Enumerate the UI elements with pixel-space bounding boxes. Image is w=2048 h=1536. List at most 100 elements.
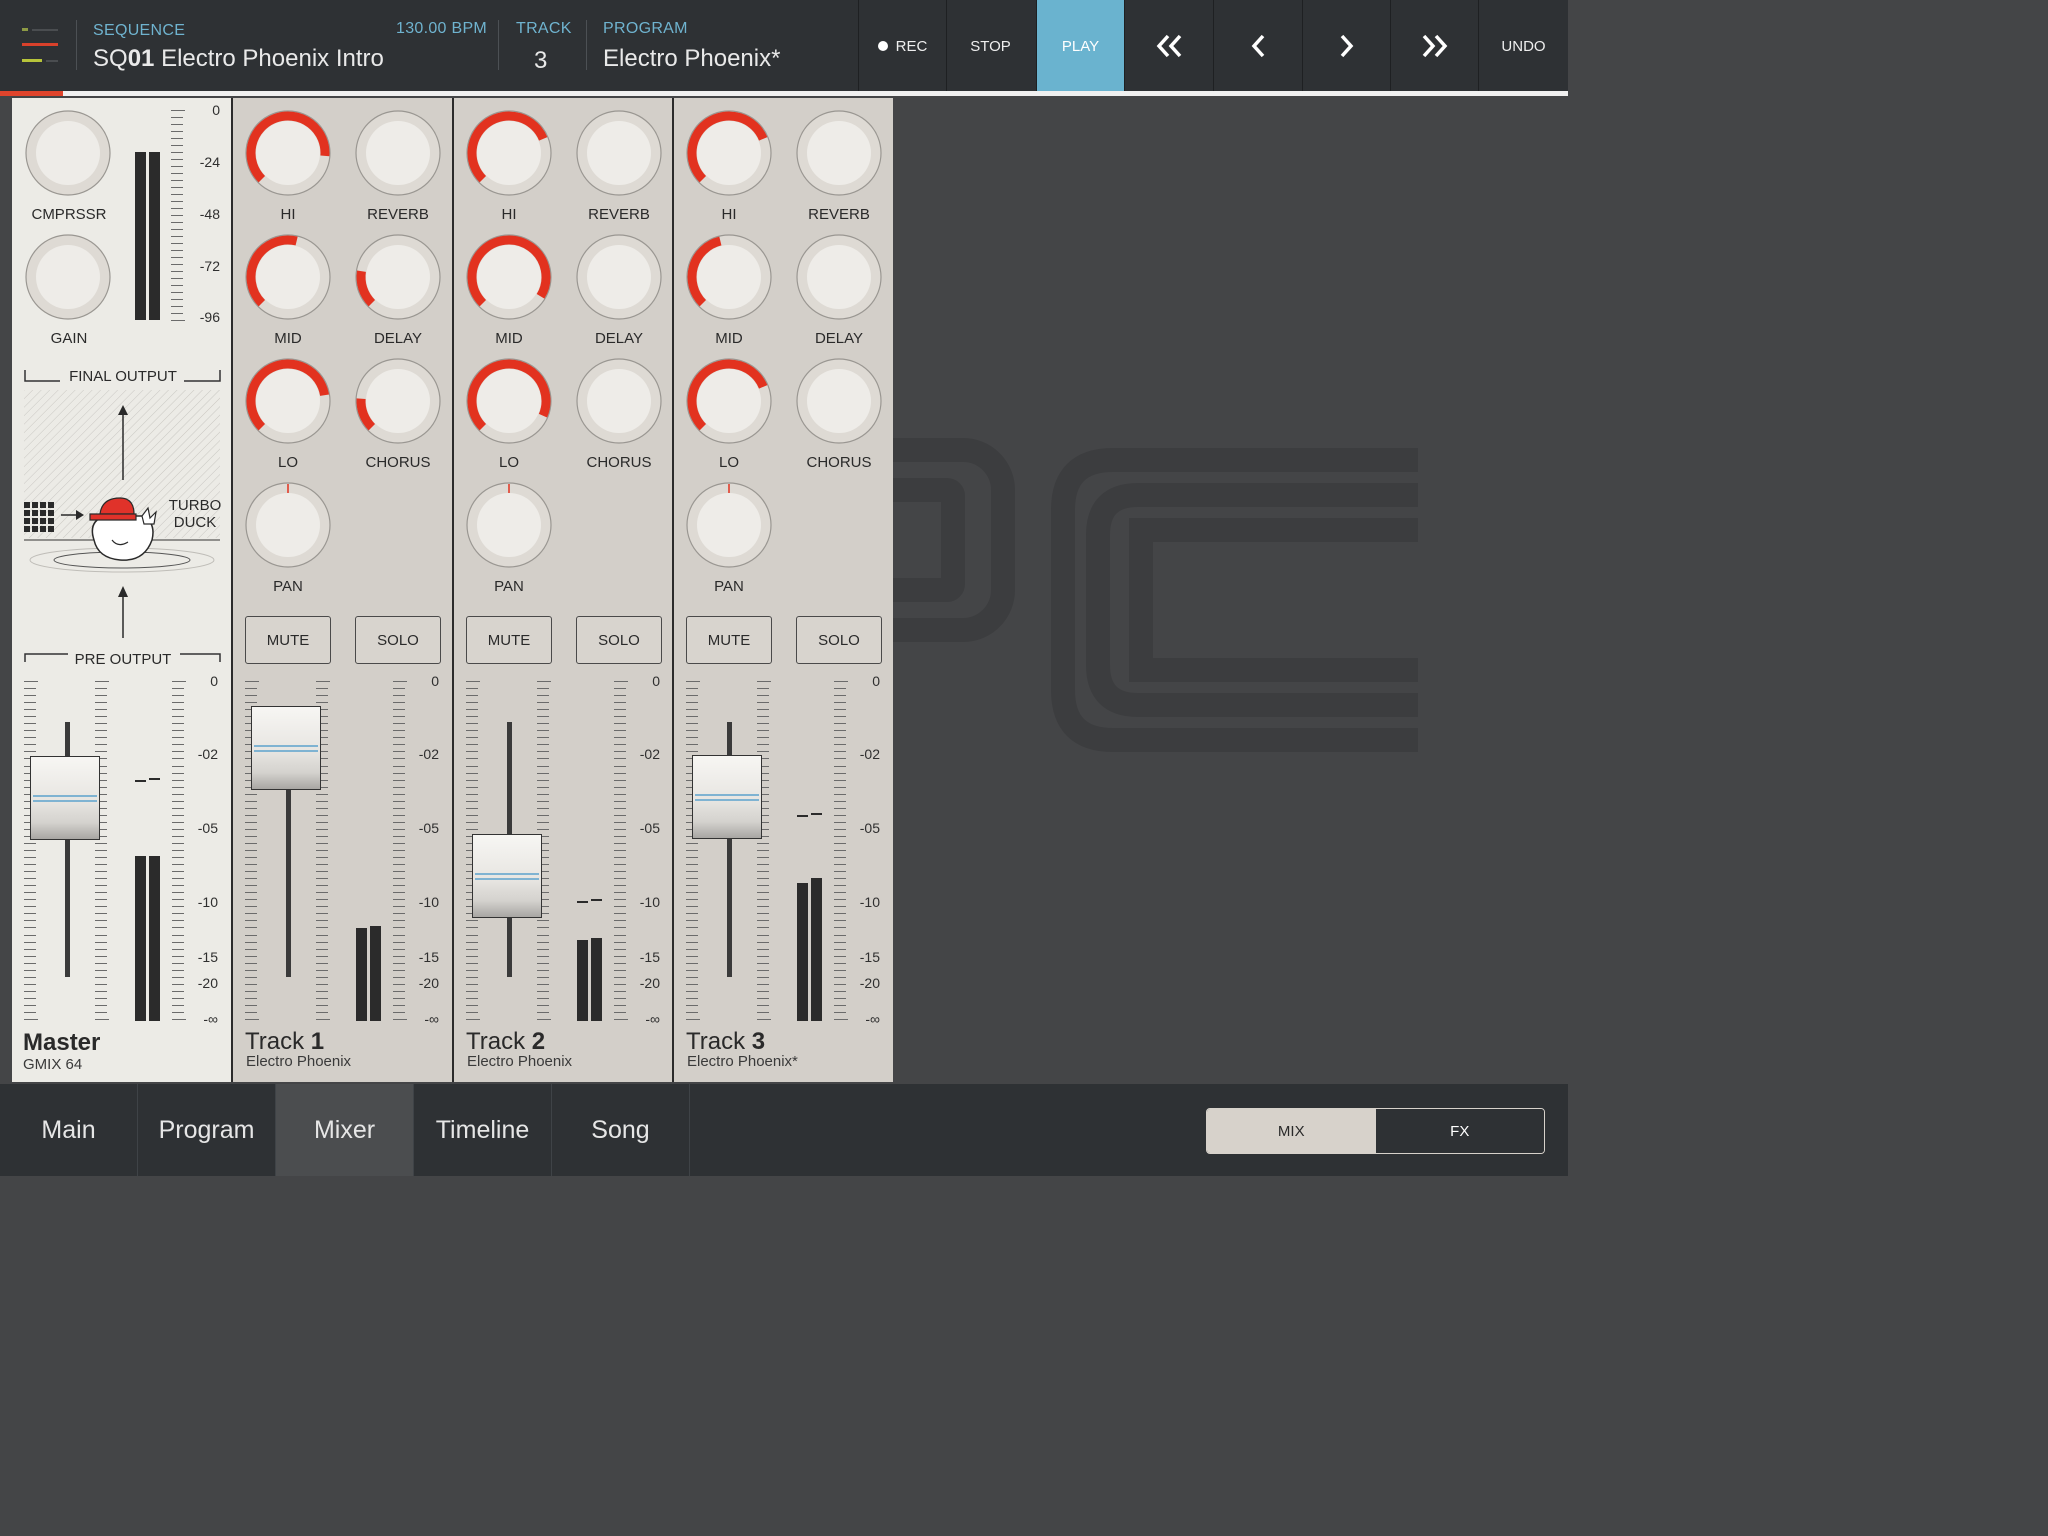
track-2-mute-button[interactable]: MUTE	[466, 616, 552, 664]
track-2-reverb-knob[interactable]	[576, 110, 662, 196]
track-3-hi-knob[interactable]	[686, 110, 772, 196]
track-2-mid-knob-dial[interactable]	[466, 234, 552, 320]
track-3-reverb-knob-dial[interactable]	[796, 110, 882, 196]
track-1-hi-knob[interactable]	[245, 110, 331, 196]
next-button[interactable]	[1302, 0, 1390, 92]
track-3-lo-knob[interactable]	[686, 358, 772, 444]
track-2-chorus-knob-dial[interactable]	[576, 358, 662, 444]
master-scale-label: -10	[197, 894, 218, 910]
track-1-meter-ticks	[393, 681, 407, 1020]
tab-timeline[interactable]: Timeline	[414, 1084, 552, 1176]
fast-forward-button[interactable]	[1390, 0, 1478, 92]
track-2-peak-left	[577, 901, 588, 903]
bpm-display[interactable]: 130.00 BPM	[396, 20, 487, 38]
track-1-lo-knob[interactable]	[245, 358, 331, 444]
track-3-hi-knob-dial[interactable]	[686, 110, 772, 196]
track-2-pan-knob[interactable]	[466, 482, 552, 568]
previous-button[interactable]	[1213, 0, 1301, 92]
top-bar: SEQUENCE SQ01 Electro Phoenix Intro 130.…	[0, 0, 1568, 92]
gain-label: GAIN	[50, 330, 88, 347]
tab-main[interactable]: Main	[0, 1084, 138, 1176]
track-3-delay-knob[interactable]	[796, 234, 882, 320]
track-3-pan-knob[interactable]	[686, 482, 772, 568]
fx-toggle-button[interactable]: FX	[1375, 1109, 1544, 1153]
master-fader-ticks-left	[24, 681, 38, 1020]
play-button[interactable]: PLAY	[1036, 0, 1124, 92]
master-scale-label: -20	[197, 975, 218, 991]
track-2-delay-knob-dial[interactable]	[576, 234, 662, 320]
track-1-chorus-knob[interactable]	[355, 358, 441, 444]
tab-program[interactable]: Program	[138, 1084, 276, 1176]
track-2-lo-knob[interactable]	[466, 358, 552, 444]
track-1-pan-knob-dial[interactable]	[245, 482, 331, 568]
gain-knob[interactable]	[25, 234, 111, 320]
track-2-pan-label: PAN	[494, 578, 524, 595]
track-1-fader-handle[interactable]	[251, 706, 321, 790]
track-3-mute-button[interactable]: MUTE	[686, 616, 772, 664]
rewind-button[interactable]	[1124, 0, 1212, 92]
track-3-pan-knob-dial[interactable]	[686, 482, 772, 568]
track-2-delay-knob[interactable]	[576, 234, 662, 320]
track-2-hi-knob[interactable]	[466, 110, 552, 196]
tab-song[interactable]: Song	[552, 1084, 690, 1176]
track-1-reverb-knob[interactable]	[355, 110, 441, 196]
track-1-solo-button[interactable]: SOLO	[355, 616, 441, 664]
track-2-lo-knob-dial[interactable]	[466, 358, 552, 444]
double-chevron-left-icon	[1156, 34, 1181, 58]
track-3-chorus-label: CHORUS	[806, 454, 872, 471]
track-2-hi-knob-dial[interactable]	[466, 110, 552, 196]
track-number[interactable]: 3	[534, 47, 547, 75]
menu-icon[interactable]	[22, 28, 58, 64]
track-1-mid-knob[interactable]	[245, 234, 331, 320]
gain-knob-dial[interactable]	[25, 234, 111, 320]
sequence-name[interactable]: SQ01 Electro Phoenix Intro	[93, 45, 384, 73]
track-1-hi-knob-dial[interactable]	[245, 110, 331, 196]
track-2-mid-knob[interactable]	[466, 234, 552, 320]
master-name: Master	[23, 1029, 101, 1056]
turbo-duck-label[interactable]: TURBO DUCK	[160, 497, 230, 531]
master-scale-label: -15	[197, 949, 218, 965]
track-2-hi-label: HI	[501, 206, 517, 223]
track-1-mute-button[interactable]: MUTE	[245, 616, 331, 664]
mix-toggle-button[interactable]: MIX	[1207, 1109, 1376, 1153]
track-3-lo-knob-dial[interactable]	[686, 358, 772, 444]
compressor-knob[interactable]	[25, 110, 111, 196]
track-3-solo-button[interactable]: SOLO	[796, 616, 882, 664]
track-2-reverb-knob-dial[interactable]	[576, 110, 662, 196]
track-label: TRACK	[516, 20, 572, 37]
track-3-mid-knob-dial[interactable]	[686, 234, 772, 320]
track-1-pan-knob[interactable]	[245, 482, 331, 568]
track-1-chorus-knob-dial[interactable]	[355, 358, 441, 444]
track-3-program: Electro Phoenix*	[687, 1053, 798, 1070]
sequence-progress-bar[interactable]	[0, 91, 1568, 96]
track-3-fader-handle[interactable]	[692, 755, 762, 839]
track-1-reverb-knob-dial[interactable]	[355, 110, 441, 196]
track-3-hi-label: HI	[721, 206, 737, 223]
track-1-scale-label: -05	[418, 820, 439, 836]
track-2-pan-knob-dial[interactable]	[466, 482, 552, 568]
track-3-reverb-knob[interactable]	[796, 110, 882, 196]
track-3-mid-knob[interactable]	[686, 234, 772, 320]
stop-button[interactable]: STOP	[946, 0, 1034, 92]
track-2-chorus-knob[interactable]	[576, 358, 662, 444]
track-2-fader-handle[interactable]	[472, 834, 542, 918]
master-fader-handle[interactable]	[30, 756, 100, 840]
compressor-knob-dial[interactable]	[25, 110, 111, 196]
track-1-delay-knob[interactable]	[355, 234, 441, 320]
track-2-solo-button[interactable]: SOLO	[576, 616, 662, 664]
track-2-peak-right	[591, 899, 602, 901]
program-name[interactable]: Electro Phoenix*	[603, 45, 780, 73]
track-3-chorus-knob-dial[interactable]	[796, 358, 882, 444]
track-1-delay-knob-dial[interactable]	[355, 234, 441, 320]
undo-button[interactable]: UNDO	[1478, 0, 1568, 92]
track-1-lo-knob-dial[interactable]	[245, 358, 331, 444]
track-3-reverb-label: REVERB	[808, 206, 870, 223]
track-1-mid-knob-dial[interactable]	[245, 234, 331, 320]
track-2-scale-label: -05	[639, 820, 660, 836]
rec-button[interactable]: REC	[858, 0, 946, 92]
tab-mixer[interactable]: Mixer	[276, 1084, 414, 1176]
track-3-delay-knob-dial[interactable]	[796, 234, 882, 320]
track-3-chorus-knob[interactable]	[796, 358, 882, 444]
bottom-nav-bar: Main Program Mixer Timeline Song MIX FX	[0, 1084, 1568, 1176]
track-3-peak-left	[797, 815, 808, 817]
